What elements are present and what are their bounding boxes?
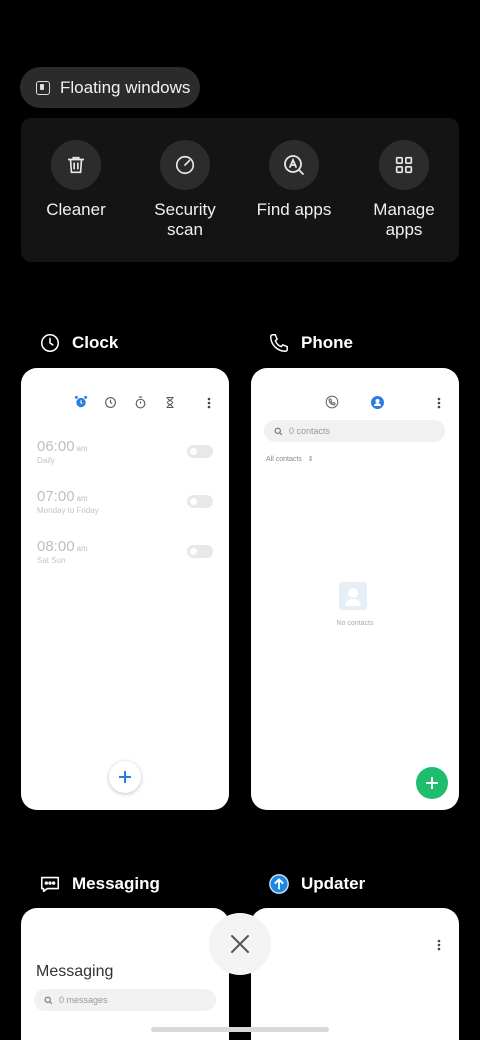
search-icon bbox=[44, 996, 53, 1004]
empty-contacts-text: No contacts bbox=[336, 620, 374, 627]
cleaner-button[interactable]: Cleaner bbox=[26, 140, 126, 220]
contacts-tab-icon[interactable] bbox=[371, 396, 384, 409]
phone-app-name: Phone bbox=[301, 333, 353, 352]
alarm-time: 06:00 bbox=[37, 438, 75, 455]
plus-icon bbox=[119, 771, 131, 783]
gesture-nav-bar[interactable] bbox=[151, 1027, 329, 1032]
contacts-filter[interactable]: All contacts ⇕ bbox=[266, 455, 314, 463]
floating-window-icon bbox=[36, 80, 50, 95]
clock-app-card[interactable]: 06:00 am Daily 07:00 am Monday to Friday 0… bbox=[21, 368, 229, 810]
contacts-search-input[interactable]: 0 contacts bbox=[264, 420, 445, 442]
empty-contacts-icon bbox=[339, 582, 367, 610]
search-placeholder: 0 contacts bbox=[289, 426, 331, 436]
messaging-icon bbox=[38, 872, 62, 896]
updater-app-header[interactable]: Updater bbox=[267, 872, 365, 896]
alarm-tab-icon[interactable] bbox=[74, 395, 88, 414]
close-icon bbox=[231, 935, 249, 953]
updater-app-name: Updater bbox=[301, 874, 366, 893]
updater-icon bbox=[267, 872, 291, 896]
clock-app-header[interactable]: Clock bbox=[38, 331, 118, 355]
alarm-toggle[interactable] bbox=[187, 445, 213, 458]
tools-panel: Cleaner Security scan Find apps Manage a… bbox=[21, 118, 459, 262]
alarm-toggle[interactable] bbox=[187, 495, 213, 508]
phone-app-header[interactable]: Phone bbox=[267, 331, 353, 355]
alarm-time: 08:00 bbox=[37, 538, 75, 555]
alarm-item[interactable]: 07:00 am Monday to Friday bbox=[37, 488, 99, 515]
more-options-icon[interactable] bbox=[437, 938, 441, 956]
trash-icon bbox=[51, 140, 101, 190]
phone-app-card[interactable]: 0 contacts All contacts ⇕ No contacts bbox=[251, 368, 459, 810]
find-apps-icon bbox=[269, 140, 319, 190]
cleaner-label: Cleaner bbox=[46, 200, 106, 219]
find-apps-button[interactable]: Find apps bbox=[244, 140, 344, 220]
alarm-ampm: am bbox=[76, 544, 88, 553]
world-clock-tab-icon[interactable] bbox=[104, 396, 117, 414]
manage-apps-label: Manage apps bbox=[373, 200, 435, 239]
manage-apps-button[interactable]: Manage apps bbox=[354, 140, 454, 240]
stopwatch-tab-icon[interactable] bbox=[134, 396, 147, 414]
more-options-icon[interactable] bbox=[437, 396, 441, 414]
messaging-title: Messaging bbox=[36, 963, 114, 980]
alarm-repeat: Monday to Friday bbox=[37, 506, 99, 515]
find-apps-label: Find apps bbox=[256, 200, 332, 219]
floating-windows-label: Floating windows bbox=[60, 77, 191, 97]
alarm-item[interactable]: 08:00 am Sat Sun bbox=[37, 538, 88, 565]
updater-app-card[interactable] bbox=[251, 908, 459, 1040]
search-placeholder: 0 messages bbox=[59, 995, 108, 1005]
security-scan-icon bbox=[160, 140, 210, 190]
close-all-button[interactable] bbox=[209, 913, 271, 975]
add-contact-button[interactable] bbox=[416, 767, 448, 799]
messages-search-input[interactable]: 0 messages bbox=[34, 989, 216, 1011]
updown-icon: ⇕ bbox=[307, 456, 314, 463]
security-scan-button[interactable]: Security scan bbox=[135, 140, 235, 240]
filter-label: All contacts bbox=[266, 456, 302, 463]
messaging-app-header[interactable]: Messaging bbox=[38, 872, 160, 896]
call-log-tab-icon[interactable] bbox=[325, 395, 339, 414]
plus-icon bbox=[426, 777, 438, 789]
messaging-app-name: Messaging bbox=[72, 874, 160, 893]
security-scan-label: Security scan bbox=[154, 200, 216, 239]
alarm-repeat: Sat Sun bbox=[37, 556, 66, 565]
messaging-app-card[interactable]: Messaging 0 messages bbox=[21, 908, 229, 1040]
alarm-ampm: am bbox=[76, 444, 88, 453]
alarm-ampm: am bbox=[76, 494, 88, 503]
alarm-item[interactable]: 06:00 am Daily bbox=[37, 438, 88, 465]
search-icon bbox=[274, 427, 283, 435]
floating-windows-button[interactable]: Floating windows bbox=[20, 67, 200, 108]
alarm-toggle[interactable] bbox=[187, 545, 213, 558]
alarm-repeat: Daily bbox=[37, 456, 55, 465]
alarm-time: 07:00 bbox=[37, 488, 75, 505]
clock-app-name: Clock bbox=[72, 333, 119, 352]
phone-icon bbox=[267, 331, 291, 355]
timer-tab-icon[interactable] bbox=[164, 396, 176, 414]
add-alarm-button[interactable] bbox=[109, 761, 141, 793]
clock-icon bbox=[38, 331, 62, 355]
grid-icon bbox=[379, 140, 429, 190]
more-options-icon[interactable] bbox=[207, 396, 211, 414]
